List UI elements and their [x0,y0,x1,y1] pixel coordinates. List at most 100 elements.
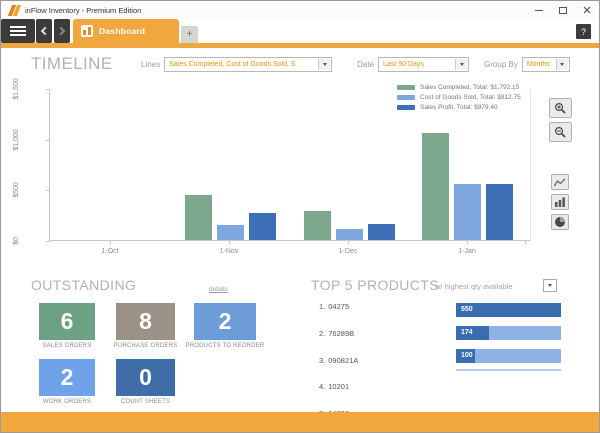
x-axis-label: 1-Oct [90,248,130,255]
x-axis-tick [110,240,111,244]
group-by-dropdown[interactable]: Months [522,57,570,72]
chevron-down-icon [460,63,464,66]
chevron-right-icon [57,27,65,35]
bar-sales-profit-1-Jan [486,184,513,240]
product-rank: 2. [319,329,325,338]
inflow-logo-icon [10,5,20,16]
product-rank: 3. [319,356,325,365]
bar-chart-button[interactable] [551,194,569,210]
product-name: 76289B [328,329,354,338]
top-products-subtitle: w/ highest qty available [435,282,513,291]
x-axis-label: 1-Dec [328,248,368,255]
line-chart-button[interactable] [551,174,569,190]
details-link[interactable]: details [209,286,228,293]
purchase-orders-tile[interactable]: 8 [116,303,175,340]
lines-dropdown[interactable]: Sales Completed, Cost of Goods Sold, S [164,57,332,72]
products-to-reorder-label: PRODUCTS TO REORDER [165,343,285,349]
x-axis-tick [467,240,468,244]
maximize-icon [559,7,567,14]
minimize-icon [535,10,543,11]
count-sheets-tile[interactable]: 0 [116,359,175,396]
zoom-in-icon [554,102,567,115]
bar-sales-completed-1-Jan [422,133,449,240]
timeline-heading: TIMELINE [31,54,113,74]
product-row: 4.10201 [319,382,349,391]
zoom-in-button[interactable] [549,98,572,118]
zoom-out-button[interactable] [549,122,572,142]
help-button[interactable]: ? [576,24,591,39]
x-axis-label: 1-Nov [209,248,249,255]
main-menu-button[interactable] [1,19,35,43]
outstanding-heading: OUTSTANDING [31,277,136,293]
y-axis-tick [46,241,50,242]
window-controls [527,2,599,19]
product-row: 3.090821A [319,356,358,365]
product-name: 10201 [328,382,349,391]
zoom-out-icon [554,126,567,139]
lines-dropdown-button[interactable] [318,59,330,70]
maximize-button[interactable] [551,2,575,19]
line-chart-icon [554,178,566,187]
date-dropdown-button[interactable] [455,59,467,70]
product-qty-value: 174 [461,329,473,336]
date-dropdown-value: Last 90 Days [383,61,424,68]
back-button[interactable] [36,19,52,43]
products-to-reorder-tile[interactable]: 2 [194,303,256,340]
work-orders-tile[interactable]: 2 [39,359,95,396]
tab-dashboard[interactable]: Dashboard [73,19,179,43]
lines-label: Lines [141,60,160,69]
sales-orders-tile[interactable]: 6 [39,303,95,340]
top-products-dropdown-button[interactable] [543,279,557,292]
product-qty-bar: 174 [456,326,561,340]
product-row: 2.76289B [319,329,354,338]
y-axis-label: $1,000 [13,120,23,160]
product-name: 090821A [328,356,358,365]
chevron-down-icon [548,284,552,287]
pie-chart-button[interactable] [551,214,569,230]
x-axis-tick [229,240,230,244]
titlebar: inFlow Inventory - Premium Edition [1,1,599,19]
bar-cost-of-goods-sold-1-Dec [336,229,363,240]
y-axis-label: $500 [13,170,23,210]
chevron-down-icon [323,63,327,66]
product-qty-bar: 100 [456,349,561,363]
y-axis-tick [46,190,50,191]
y-axis-label: $1,500 [13,69,23,109]
pie-chart-icon [554,216,566,228]
y-axis-label: $0 [13,221,23,261]
chevron-down-icon [560,63,564,66]
bar-sales-completed-1-Dec [304,211,331,240]
group-by-dropdown-button[interactable] [556,59,568,70]
bar-sales-completed-1-Nov [185,195,212,240]
product-row: 1.04275 [319,302,349,311]
date-dropdown[interactable]: Last 90 Days [378,57,469,72]
new-tab-button[interactable]: + [181,26,198,43]
dashboard-content: TIMELINE Lines Sales Completed, Cost of … [1,48,599,412]
footer-bar [1,412,599,432]
bar-cost-of-goods-sold-1-Nov [217,225,244,240]
product-qty-value: 100 [461,352,473,359]
lines-dropdown-value: Sales Completed, Cost of Goods Sold, S [169,61,295,68]
timeline-plot: $0$500$1,000$1,5001-Oct1-Nov1-Dec1-Jan [49,89,531,241]
count-sheets-label: COUNT SHEETS [96,399,195,405]
product-rank: 1. [319,302,325,311]
group-by-dropdown-value: Months [527,61,550,68]
top-products-heading: TOP 5 PRODUCTS [311,277,439,293]
bar-chart-icon [554,197,566,207]
close-button[interactable] [575,2,599,19]
dashboard-icon [81,25,93,37]
bar-sales-profit-1-Dec [368,224,395,240]
forward-button[interactable] [54,19,70,43]
chevron-left-icon [41,27,49,35]
product-qty-bar: 550 [456,303,561,317]
bar-sales-profit-1-Nov [249,213,276,240]
hamburger-icon [10,26,26,28]
bar-cost-of-goods-sold-1-Jan [454,184,481,240]
y-axis-tick [46,140,50,141]
minimize-button[interactable] [527,2,551,19]
product-qty-bar-sliver [456,369,561,371]
close-icon [583,6,591,14]
x-axis-label: 1-Jan [447,248,487,255]
product-qty-value: 550 [461,306,473,313]
x-axis-tick [348,240,349,244]
